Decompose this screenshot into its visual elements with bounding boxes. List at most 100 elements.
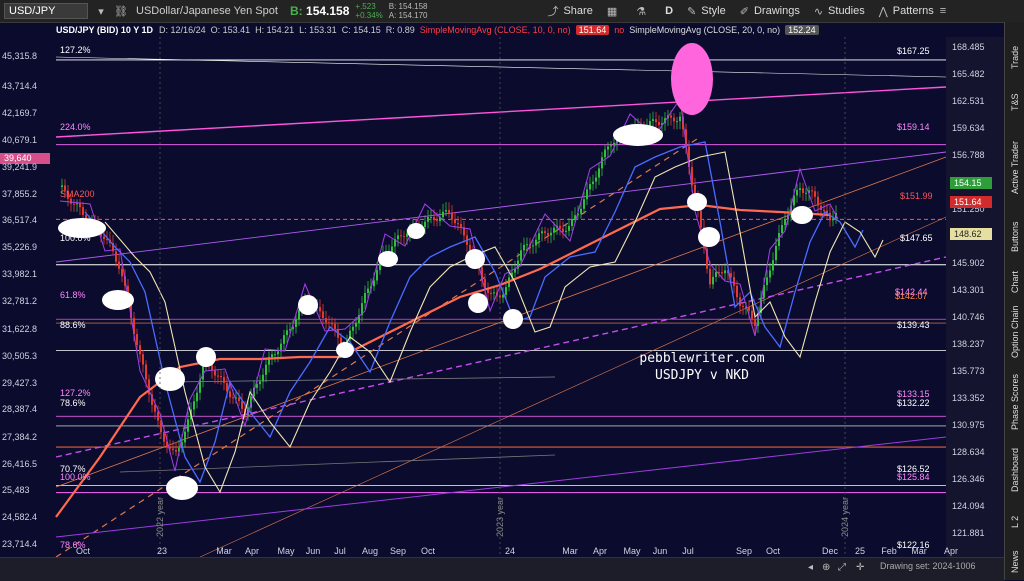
candle-body [295, 319, 297, 327]
flask-button[interactable]: ⚗ [636, 5, 651, 18]
candle-body [271, 354, 273, 358]
highlight-ellipse [102, 290, 134, 310]
left-axis-label: 29,427.3 [2, 378, 37, 388]
left-axis-label: 31,622.8 [2, 324, 37, 334]
sidebar-tab-option-chain[interactable]: Option Chain [1005, 302, 1024, 362]
candle-body [724, 270, 726, 274]
candle-body [328, 322, 330, 324]
left-axis-label: 24,582.4 [2, 512, 37, 522]
candle-body [427, 217, 429, 222]
link-icon[interactable]: ⛓ [114, 4, 128, 18]
symbol-input[interactable]: USD/JPY [4, 3, 88, 19]
candle-body [70, 198, 72, 204]
candle-body [241, 401, 243, 409]
right-axis-label: 140.746 [952, 312, 985, 322]
candle-body [448, 210, 450, 213]
sidebar-tab-t-s[interactable]: T&S [1005, 82, 1024, 122]
sma20-study-label[interactable]: SimpleMovingAvg (CLOSE, 20, 0, no) [629, 25, 780, 35]
x-axis-label: Feb [881, 546, 897, 556]
crosshair-icon[interactable]: ✛ [856, 562, 864, 573]
candle-body [193, 401, 195, 410]
candle-body [748, 306, 750, 311]
period-button[interactable]: D [665, 5, 673, 17]
candle-body [157, 411, 159, 421]
price-tag-label: 154.15 [954, 178, 982, 188]
sidebar-tab-news[interactable]: News [1005, 547, 1024, 577]
sma10-extra: no [614, 25, 625, 35]
x-axis-label: May [623, 546, 641, 556]
right-axis-label: 168.485 [952, 42, 985, 52]
fib-left-label: 100.0% [60, 233, 91, 243]
candle-body [610, 145, 612, 147]
candle-body [376, 270, 378, 281]
fib-right-label: $125.84 [897, 472, 930, 482]
chevron-down-icon[interactable]: ▾ [94, 4, 108, 18]
sma10-study-label[interactable]: SimpleMovingAvg (CLOSE, 10, 0, no) [420, 25, 571, 35]
sidebar-tab-buttons[interactable]: Buttons [1005, 212, 1024, 262]
x-axis-label: 24 [505, 546, 515, 556]
share-button[interactable]: ⤴ Share [547, 3, 592, 19]
patterns-button[interactable]: ⋀ Patterns [879, 5, 934, 18]
candle-body [673, 117, 675, 122]
candle-body [430, 216, 432, 218]
left-axis-label: 45,315.8 [2, 51, 37, 61]
studies-button[interactable]: ∿ Studies [814, 5, 865, 18]
candle-body [73, 203, 75, 205]
drawing-set-label[interactable]: Drawing set: 2024-1006 [880, 561, 976, 571]
candle-body [445, 210, 447, 212]
ask-small: A: 154.170 [388, 11, 428, 20]
right-axis-label: 145.902 [952, 258, 985, 268]
right-axis-label: 143.301 [952, 285, 985, 295]
candle-body [325, 318, 327, 323]
candle-body [550, 232, 552, 236]
sidebar-tab-trade[interactable]: Trade [1005, 32, 1024, 82]
change-percent: +0.34% [355, 11, 383, 20]
candle-body [214, 370, 216, 376]
candle-body [715, 272, 717, 277]
drawings-button[interactable]: ✐ Drawings [740, 5, 800, 18]
x-axis-label: Dec [822, 546, 839, 556]
candle-body [754, 318, 756, 326]
left-axis-label: 27,384.2 [2, 432, 37, 442]
candle-body [79, 203, 81, 208]
candle-body [574, 215, 576, 220]
candle-body [442, 211, 444, 218]
wrench-icon: ✎ [687, 5, 697, 18]
candle-body [553, 227, 555, 233]
candle-body [229, 391, 231, 398]
left-axis-label: 26,416.5 [2, 459, 37, 469]
candle-body [103, 236, 105, 240]
fib-right-label: $159.14 [897, 122, 930, 132]
candle-body [781, 225, 783, 234]
candle-body [424, 221, 426, 228]
sidebar-tab-dashboard[interactable]: Dashboard [1005, 442, 1024, 497]
expand-icon[interactable]: ⤢ [838, 562, 846, 573]
candle-body [586, 189, 588, 200]
highlight-ellipse [791, 206, 813, 224]
left-axis-label: 39,241.9 [2, 162, 37, 172]
candle-body [196, 392, 198, 402]
candle-body [796, 189, 798, 196]
sidebar-tab-phase-scores[interactable]: Phase Scores [1005, 367, 1024, 437]
scroll-left-icon[interactable]: ◂ [808, 562, 813, 573]
patterns-icon: ⋀ [878, 5, 888, 18]
highlight-ellipse [336, 342, 354, 358]
zoom-icon[interactable]: ⊕ [822, 562, 830, 573]
x-axis-label: Apr [944, 546, 958, 556]
sidebar-tab-active-trader[interactable]: Active Trader [1005, 127, 1024, 207]
grid-button[interactable]: ▦ [607, 5, 622, 18]
bid-quote: B: 154.158 [290, 4, 349, 18]
year-label: 2023 year [495, 497, 505, 537]
style-button[interactable]: ✎ Style [687, 5, 726, 18]
candle-body [286, 330, 288, 336]
candle-body [658, 122, 660, 125]
bid-label: B: 154.158 [290, 4, 350, 18]
fib-left-label: 127.2% [60, 388, 91, 398]
menu-button[interactable]: ≡ [940, 5, 951, 17]
chart-canvas[interactable]: 45,315.843,714.442,169.740,679.139,64039… [0, 37, 1004, 557]
price-chart[interactable]: 45,315.8 43,714.4 42,169.7 40,679.1 39,640 39… [0, 37, 1004, 557]
sidebar-tab-chart[interactable]: Chart [1005, 267, 1024, 297]
bottom-bar [0, 557, 1004, 581]
highlight-ellipse [613, 124, 663, 146]
sidebar-tab-l-2[interactable]: L 2 [1005, 502, 1024, 542]
